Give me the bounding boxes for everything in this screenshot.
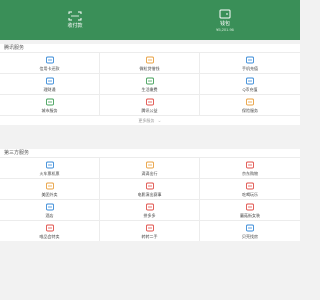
wallet-banner: 收付款 钱包 ¥5,201.96 xyxy=(0,0,300,40)
house-icon xyxy=(246,224,254,231)
service-tile[interactable]: 理财通 xyxy=(0,73,100,94)
chevron-down-icon: ⌄ xyxy=(157,117,162,124)
service-tile[interactable]: 吃喝玩乐 xyxy=(200,178,300,199)
service-label: 火车票机票 xyxy=(39,170,60,176)
movie-icon xyxy=(145,182,154,189)
tencent-services-section: 腾讯服务 信用卡还款 微粒贷借钱 手机充值理财通 生活缴费 Q币充值城市服务 腾讯公益 保险… xyxy=(0,44,300,125)
service-label: 手机充值 xyxy=(242,65,258,71)
service-tile[interactable]: 蘑菇街女装 xyxy=(200,199,300,220)
food-icon xyxy=(45,182,54,189)
phone-icon xyxy=(246,56,254,63)
more-services-button[interactable]: 更多服务 ⌄ xyxy=(0,115,300,125)
service-label: 贝壳找房 xyxy=(242,233,258,239)
service-label: 理财通 xyxy=(43,86,56,92)
utility-icon xyxy=(145,77,154,84)
service-label: 城市服务 xyxy=(41,107,58,113)
wallet-icon xyxy=(219,9,231,18)
wallet-button[interactable]: 钱包 ¥5,201.96 xyxy=(150,0,300,40)
wealth-icon xyxy=(45,77,54,84)
shopping-icon xyxy=(246,161,254,168)
service-label: 保险服务 xyxy=(242,107,258,113)
more-services-label: 更多服务 xyxy=(138,117,155,123)
service-tile[interactable]: 火车票机票 xyxy=(0,157,100,178)
service-label: 转转二手 xyxy=(141,233,158,239)
service-tile[interactable]: 手机充值 xyxy=(200,52,300,73)
clothing-icon xyxy=(246,203,254,210)
service-label: 电影演出赛事 xyxy=(137,191,162,197)
service-tile[interactable]: Q币充值 xyxy=(200,73,300,94)
service-label: 吃喝玩乐 xyxy=(242,191,258,197)
service-tile[interactable]: 唯品会特卖 xyxy=(0,220,100,241)
train-icon xyxy=(45,161,54,168)
service-label: 蘑菇街女装 xyxy=(240,212,260,218)
charity-icon xyxy=(145,98,154,105)
service-tile[interactable]: 酒店 xyxy=(0,199,100,220)
section-title-third-party: 第三方服务 xyxy=(4,150,30,156)
service-label: 微粒贷借钱 xyxy=(139,65,160,71)
taxi-icon xyxy=(145,161,154,168)
service-tile[interactable]: 生活缴费 xyxy=(100,73,200,94)
service-tile[interactable]: 保险服务 xyxy=(200,94,300,115)
service-tile[interactable]: 京东购物 xyxy=(200,157,300,178)
wallet-balance: ¥5,201.96 xyxy=(216,26,234,32)
fun-icon xyxy=(246,182,254,189)
tencent-services-grid: 信用卡还款 微粒贷借钱 手机充值理财通 生活缴费 Q币充值城市服务 腾讯公益 保险服务 xyxy=(0,52,300,115)
service-tile[interactable]: 电影演出赛事 xyxy=(100,178,200,199)
hotel-icon xyxy=(45,203,54,210)
service-tile[interactable]: 拼多多 xyxy=(100,199,200,220)
third-party-grid: 火车票机票 滴滴出行 京东购物美团外卖 电影演出赛事 吃喝玩乐酒店 拼多多 蘑菇街女装唯品会… xyxy=(0,157,300,241)
receive-pay-label: 收付款 xyxy=(67,23,83,29)
service-label: 美团外卖 xyxy=(41,191,58,197)
third-party-section: 第三方服务 火车票机票 滴滴出行 京东购物美团外卖 电影演出赛事 吃喝玩乐酒店 拼多多 蘑菇… xyxy=(0,149,300,241)
city-icon xyxy=(45,98,54,105)
section-title-tencent: 腾讯服务 xyxy=(4,45,25,51)
credit-card-icon xyxy=(45,56,54,63)
service-label: 酒店 xyxy=(45,212,54,218)
second-hand-icon xyxy=(145,224,154,231)
q-coin-icon xyxy=(246,77,254,84)
service-tile[interactable]: 滴滴出行 xyxy=(100,157,200,178)
receive-pay-button[interactable]: 收付款 xyxy=(0,0,150,40)
service-tile[interactable]: 信用卡还款 xyxy=(0,52,100,73)
service-label: 唯品会特卖 xyxy=(39,233,60,239)
service-tile[interactable]: 微粒贷借钱 xyxy=(100,52,200,73)
service-label: 滴滴出行 xyxy=(141,170,158,176)
service-label: 信用卡还款 xyxy=(39,65,60,71)
service-label: 拼多多 xyxy=(143,212,156,218)
service-label: Q币充值 xyxy=(242,86,258,92)
service-tile[interactable]: 美团外卖 xyxy=(0,178,100,199)
scan-icon xyxy=(68,11,82,21)
service-tile[interactable]: 城市服务 xyxy=(0,94,100,115)
vip-sale-icon xyxy=(45,224,54,231)
pinduoduo-icon xyxy=(145,203,154,210)
service-label: 生活缴费 xyxy=(141,86,158,92)
insurance-icon xyxy=(246,98,254,105)
service-tile[interactable]: 贝壳找房 xyxy=(200,220,300,241)
service-tile[interactable]: 腾讯公益 xyxy=(100,94,200,115)
service-tile[interactable]: 转转二手 xyxy=(100,220,200,241)
loan-icon xyxy=(145,56,154,63)
service-label: 腾讯公益 xyxy=(141,107,158,113)
service-label: 京东购物 xyxy=(242,170,258,176)
